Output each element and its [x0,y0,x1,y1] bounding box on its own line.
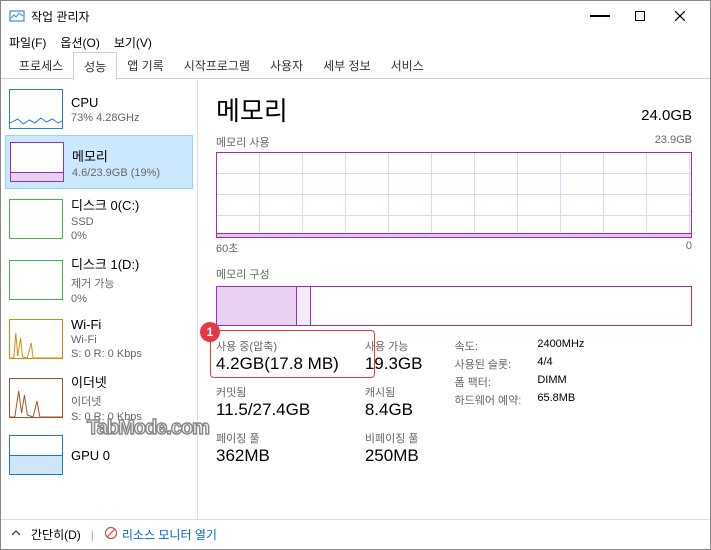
window-title: 작업 관리자 [31,8,590,25]
tab-app-history[interactable]: 앱 기록 [117,52,173,79]
composition-modified [297,287,311,325]
app-icon [9,8,25,24]
slots-label: 사용된 슬롯: [454,356,521,372]
sidebar-cpu-sub: 73% 4.28GHz [71,112,139,124]
resource-monitor-link[interactable]: 리소스 모니터 열기 [104,526,217,543]
task-manager-window: 작업 관리자 파일(F) 옵션(O) 보기(V) 프로세스 성능 앱 기록 시작… [0,0,711,550]
available-value: 19.3GB [365,354,423,374]
sidebar-memory-sub: 4.6/23.9GB (19%) [72,167,160,179]
tabbar: 프로세스 성능 앱 기록 시작프로그램 사용자 세부 정보 서비스 [1,53,710,79]
disk-thumb-icon [9,260,63,300]
slots-value: 4/4 [537,356,584,372]
sidebar-wifi-sub2: S: 0 R: 0 Kbps [71,348,142,360]
sidebar-item-gpu[interactable]: GPU 0 [5,429,193,481]
close-button[interactable] [670,6,690,26]
menubar: 파일(F) 옵션(O) 보기(V) [1,31,710,53]
stats-grid: 1 사용 중(압축) 4.2GB(17.8 MB) 커밋됨 11.5/27.4G… [216,338,692,466]
nonpaged-label: 비페이징 풀 [365,430,423,446]
tab-services[interactable]: 서비스 [381,52,434,79]
titlebar[interactable]: 작업 관리자 [1,1,710,31]
chart-max: 23.9GB [655,134,692,150]
sidebar-disk0-sub: SSD [71,216,139,228]
nonpaged-value: 250MB [365,446,423,466]
memory-composition: 메모리 구성 [216,266,692,326]
hw-label: 하드웨어 예약: [454,392,521,408]
sidebar: CPU 73% 4.28GHz 메모리 4.6/23.9GB (19%) 디스크… [1,79,197,519]
sidebar-disk0-sub2: 0% [71,230,139,242]
composition-bar[interactable] [216,286,692,326]
resource-monitor-label: 리소스 모니터 열기 [122,526,217,543]
tab-startup[interactable]: 시작프로그램 [174,52,260,79]
sidebar-item-ethernet[interactable]: 이더넷 이더넷 S: 0 R: 0 Kbps [5,366,193,429]
cached-label: 캐시됨 [365,384,423,400]
sidebar-eth-sub: 이더넷 [71,393,142,409]
sidebar-wifi-title: Wi-Fi [71,317,142,332]
memory-properties: 속도: 2400MHz 사용된 슬롯: 4/4 폼 팩터: DIMM 하드웨어 … [454,338,584,408]
sidebar-item-disk0[interactable]: 디스크 0(C:) SSD 0% [5,189,193,248]
disk-thumb-icon [9,199,63,239]
sidebar-disk1-title: 디스크 1(D:) [71,254,139,273]
main-title: 메모리 [216,91,288,128]
menu-options[interactable]: 옵션(O) [60,34,99,51]
hw-value: 65.8MB [537,392,584,408]
sidebar-gpu-title: GPU 0 [71,448,110,463]
tab-processes[interactable]: 프로세스 [9,52,73,79]
maximize-button[interactable] [630,6,650,26]
cached-value: 8.4GB [365,400,423,420]
in-use-value: 4.2GB(17.8 MB) [216,354,339,374]
in-use-label: 사용 중(압축) [216,338,339,354]
wifi-thumb-icon [9,319,63,359]
sidebar-item-memory[interactable]: 메모리 4.6/23.9GB (19%) [5,135,193,189]
minimize-button[interactable] [590,6,610,26]
separator: | [91,528,94,542]
menu-file[interactable]: 파일(F) [9,34,46,51]
speed-label: 속도: [454,338,521,354]
sidebar-item-wifi[interactable]: Wi-Fi Wi-Fi S: 0 R: 0 Kbps [5,311,193,366]
sidebar-eth-title: 이더넷 [71,372,142,391]
menu-view[interactable]: 보기(V) [114,34,152,51]
sidebar-disk1-sub: 제거 가능 [71,275,139,291]
summary-toggle[interactable]: 간단히(D) [31,526,81,543]
sidebar-item-disk1[interactable]: 디스크 1(D:) 제거 가능 0% [5,248,193,311]
memory-usage-chart: 메모리 사용 23.9GB 60초 0 [216,134,692,256]
sidebar-item-cpu[interactable]: CPU 73% 4.28GHz [5,83,193,135]
main-total: 24.0GB [641,107,692,124]
memory-thumb-icon [10,142,64,182]
sidebar-wifi-sub: Wi-Fi [71,334,142,346]
gpu-thumb-icon [9,435,63,475]
speed-value: 2400MHz [537,338,584,354]
sidebar-disk0-title: 디스크 0(C:) [71,195,139,214]
available-label: 사용 가능 [365,338,423,354]
sidebar-disk1-sub2: 0% [71,293,139,305]
chevron-up-icon[interactable] [11,528,21,541]
x-right: 0 [686,240,692,256]
resource-monitor-icon [104,526,118,543]
cpu-thumb-icon [9,89,63,129]
sidebar-memory-title: 메모리 [72,146,160,165]
committed-value: 11.5/27.4GB [216,400,339,420]
chart-label: 메모리 사용 [216,134,270,150]
ethernet-thumb-icon [9,378,63,418]
annotation-badge: 1 [200,322,220,342]
tab-users[interactable]: 사용자 [260,52,313,79]
form-value: DIMM [537,374,584,390]
main-panel: 메모리 24.0GB 메모리 사용 23.9GB 60초 0 메모리 구성 [197,79,710,519]
chart-area[interactable] [216,152,692,238]
tab-details[interactable]: 세부 정보 [313,52,381,79]
paged-label: 페이징 풀 [216,430,339,446]
sidebar-cpu-title: CPU [71,95,139,110]
form-label: 폼 팩터: [454,374,521,390]
footer: 간단히(D) | 리소스 모니터 열기 [1,519,710,549]
sidebar-eth-sub2: S: 0 R: 0 Kbps [71,411,142,423]
committed-label: 커밋됨 [216,384,339,400]
composition-label: 메모리 구성 [216,266,692,282]
composition-in-use [217,287,297,325]
tab-performance[interactable]: 성능 [73,52,117,80]
paged-value: 362MB [216,446,339,466]
x-left: 60초 [216,240,238,256]
